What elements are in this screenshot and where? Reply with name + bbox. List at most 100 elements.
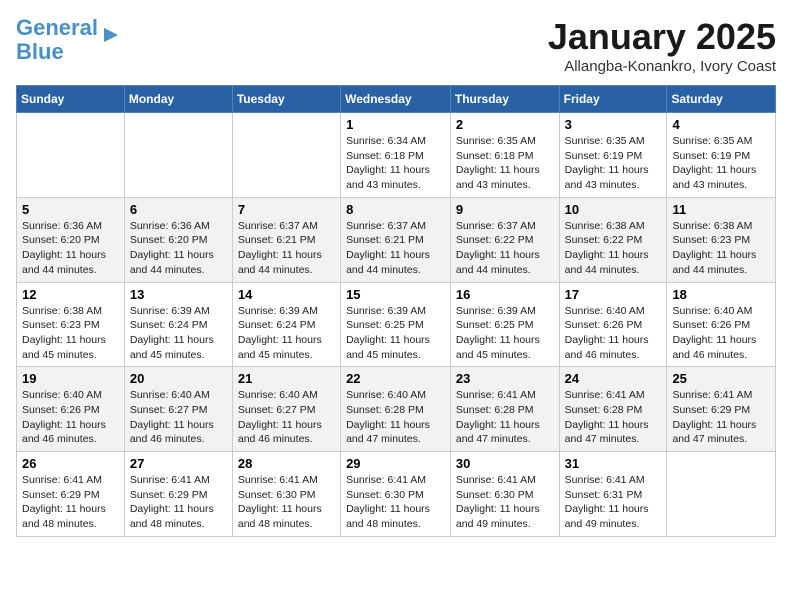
calendar-table: SundayMondayTuesdayWednesdayThursdayFrid… [16, 85, 776, 537]
day-number: 4 [672, 117, 770, 132]
location-title: Allangba-Konankro, Ivory Coast [548, 58, 776, 75]
calendar-cell: 11Sunrise: 6:38 AM Sunset: 6:23 PM Dayli… [667, 197, 776, 282]
calendar-cell: 16Sunrise: 6:39 AM Sunset: 6:25 PM Dayli… [450, 282, 559, 367]
day-number: 30 [456, 456, 554, 471]
day-number: 19 [22, 371, 119, 386]
day-number: 15 [346, 287, 445, 302]
calendar-cell: 9 Sunrise: 6:37 AM Sunset: 6:22 PM Daylig… [450, 197, 559, 282]
day-info: Sunrise: 6:41 AM Sunset: 6:28 PM Dayligh… [456, 388, 554, 447]
title-block: January 2025 Allangba-Konankro, Ivory Co… [548, 16, 776, 75]
calendar-body: 1 Sunrise: 6:34 AM Sunset: 6:18 PM Daylig… [17, 113, 776, 537]
calendar-cell: 20 Sunrise: 6:40 AM Sunset: 6:27 PM Dayli… [124, 367, 232, 452]
calendar-cell: 24Sunrise: 6:41 AM Sunset: 6:28 PM Dayli… [559, 367, 667, 452]
day-info: Sunrise: 6:40 AM Sunset: 6:27 PM Dayligh… [130, 388, 227, 447]
calendar-header: SundayMondayTuesdayWednesdayThursdayFrid… [17, 86, 776, 113]
day-number: 1 [346, 117, 445, 132]
calendar-cell: 8Sunrise: 6:37 AM Sunset: 6:21 PM Daylig… [341, 197, 451, 282]
calendar-cell: 14 Sunrise: 6:39 AM Sunset: 6:24 PM Dayli… [232, 282, 340, 367]
day-info: Sunrise: 6:35 AM Sunset: 6:19 PM Dayligh… [565, 134, 662, 193]
logo-arrow-icon [100, 24, 122, 46]
calendar-cell: 12 Sunrise: 6:38 AM Sunset: 6:23 PM Dayli… [17, 282, 125, 367]
calendar-cell: 2 Sunrise: 6:35 AM Sunset: 6:18 PM Daylig… [450, 113, 559, 198]
logo-general: General [16, 15, 98, 40]
day-info: Sunrise: 6:39 AM Sunset: 6:24 PM Dayligh… [238, 304, 335, 363]
day-number: 24 [565, 371, 662, 386]
calendar-cell: 19 Sunrise: 6:40 AM Sunset: 6:26 PM Dayli… [17, 367, 125, 452]
calendar-cell: 5Sunrise: 6:36 AM Sunset: 6:20 PM Daylig… [17, 197, 125, 282]
day-info: Sunrise: 6:39 AM Sunset: 6:24 PM Dayligh… [130, 304, 227, 363]
day-number: 22 [346, 371, 445, 386]
calendar-cell: 23 Sunrise: 6:41 AM Sunset: 6:28 PM Dayli… [450, 367, 559, 452]
day-info: Sunrise: 6:41 AM Sunset: 6:30 PM Dayligh… [456, 473, 554, 532]
calendar-cell [667, 452, 776, 537]
day-number: 14 [238, 287, 335, 302]
weekday-header-saturday: Saturday [667, 86, 776, 113]
day-info: Sunrise: 6:41 AM Sunset: 6:29 PM Dayligh… [130, 473, 227, 532]
week-row-4: 19 Sunrise: 6:40 AM Sunset: 6:26 PM Dayli… [17, 367, 776, 452]
day-number: 12 [22, 287, 119, 302]
week-row-5: 26Sunrise: 6:41 AM Sunset: 6:29 PM Dayli… [17, 452, 776, 537]
day-number: 18 [672, 287, 770, 302]
day-number: 7 [238, 202, 335, 217]
day-info: Sunrise: 6:39 AM Sunset: 6:25 PM Dayligh… [346, 304, 445, 363]
page-header: General Blue January 2025 Allangba-Konan… [16, 16, 776, 75]
day-info: Sunrise: 6:40 AM Sunset: 6:26 PM Dayligh… [672, 304, 770, 363]
calendar-cell: 13Sunrise: 6:39 AM Sunset: 6:24 PM Dayli… [124, 282, 232, 367]
day-info: Sunrise: 6:37 AM Sunset: 6:21 PM Dayligh… [238, 219, 335, 278]
weekday-header-sunday: Sunday [17, 86, 125, 113]
day-info: Sunrise: 6:38 AM Sunset: 6:22 PM Dayligh… [565, 219, 662, 278]
calendar-cell: 27 Sunrise: 6:41 AM Sunset: 6:29 PM Dayli… [124, 452, 232, 537]
day-info: Sunrise: 6:38 AM Sunset: 6:23 PM Dayligh… [672, 219, 770, 278]
day-info: Sunrise: 6:40 AM Sunset: 6:28 PM Dayligh… [346, 388, 445, 447]
day-info: Sunrise: 6:35 AM Sunset: 6:19 PM Dayligh… [672, 134, 770, 193]
weekday-header-monday: Monday [124, 86, 232, 113]
logo-text: General Blue [16, 16, 98, 64]
day-info: Sunrise: 6:41 AM Sunset: 6:29 PM Dayligh… [672, 388, 770, 447]
month-title: January 2025 [548, 16, 776, 58]
calendar-cell: 6 Sunrise: 6:36 AM Sunset: 6:20 PM Daylig… [124, 197, 232, 282]
calendar-cell: 1 Sunrise: 6:34 AM Sunset: 6:18 PM Daylig… [341, 113, 451, 198]
day-info: Sunrise: 6:37 AM Sunset: 6:22 PM Dayligh… [456, 219, 554, 278]
day-number: 3 [565, 117, 662, 132]
day-number: 23 [456, 371, 554, 386]
calendar-cell: 17 Sunrise: 6:40 AM Sunset: 6:26 PM Dayli… [559, 282, 667, 367]
weekday-header-tuesday: Tuesday [232, 86, 340, 113]
calendar-cell: 28 Sunrise: 6:41 AM Sunset: 6:30 PM Dayli… [232, 452, 340, 537]
calendar-cell: 25Sunrise: 6:41 AM Sunset: 6:29 PM Dayli… [667, 367, 776, 452]
day-number: 10 [565, 202, 662, 217]
weekday-header-thursday: Thursday [450, 86, 559, 113]
day-info: Sunrise: 6:41 AM Sunset: 6:31 PM Dayligh… [565, 473, 662, 532]
weekday-row: SundayMondayTuesdayWednesdayThursdayFrid… [17, 86, 776, 113]
calendar-cell: 15 Sunrise: 6:39 AM Sunset: 6:25 PM Dayli… [341, 282, 451, 367]
day-number: 16 [456, 287, 554, 302]
day-info: Sunrise: 6:35 AM Sunset: 6:18 PM Dayligh… [456, 134, 554, 193]
calendar-cell: 21Sunrise: 6:40 AM Sunset: 6:27 PM Dayli… [232, 367, 340, 452]
day-info: Sunrise: 6:37 AM Sunset: 6:21 PM Dayligh… [346, 219, 445, 278]
calendar-cell [124, 113, 232, 198]
day-number: 9 [456, 202, 554, 217]
day-number: 17 [565, 287, 662, 302]
day-number: 2 [456, 117, 554, 132]
day-number: 21 [238, 371, 335, 386]
week-row-1: 1 Sunrise: 6:34 AM Sunset: 6:18 PM Daylig… [17, 113, 776, 198]
day-info: Sunrise: 6:34 AM Sunset: 6:18 PM Dayligh… [346, 134, 445, 193]
calendar-cell: 30 Sunrise: 6:41 AM Sunset: 6:30 PM Dayli… [450, 452, 559, 537]
day-number: 5 [22, 202, 119, 217]
day-number: 27 [130, 456, 227, 471]
day-info: Sunrise: 6:38 AM Sunset: 6:23 PM Dayligh… [22, 304, 119, 363]
weekday-header-friday: Friday [559, 86, 667, 113]
day-number: 6 [130, 202, 227, 217]
day-info: Sunrise: 6:40 AM Sunset: 6:26 PM Dayligh… [22, 388, 119, 447]
day-info: Sunrise: 6:41 AM Sunset: 6:29 PM Dayligh… [22, 473, 119, 532]
day-info: Sunrise: 6:40 AM Sunset: 6:26 PM Dayligh… [565, 304, 662, 363]
logo: General Blue [16, 16, 122, 64]
day-number: 29 [346, 456, 445, 471]
day-number: 20 [130, 371, 227, 386]
day-info: Sunrise: 6:36 AM Sunset: 6:20 PM Dayligh… [130, 219, 227, 278]
logo-blue: Blue [16, 39, 64, 64]
day-info: Sunrise: 6:41 AM Sunset: 6:30 PM Dayligh… [238, 473, 335, 532]
day-number: 28 [238, 456, 335, 471]
calendar-cell: 22 Sunrise: 6:40 AM Sunset: 6:28 PM Dayli… [341, 367, 451, 452]
weekday-header-wednesday: Wednesday [341, 86, 451, 113]
calendar-cell: 26Sunrise: 6:41 AM Sunset: 6:29 PM Dayli… [17, 452, 125, 537]
